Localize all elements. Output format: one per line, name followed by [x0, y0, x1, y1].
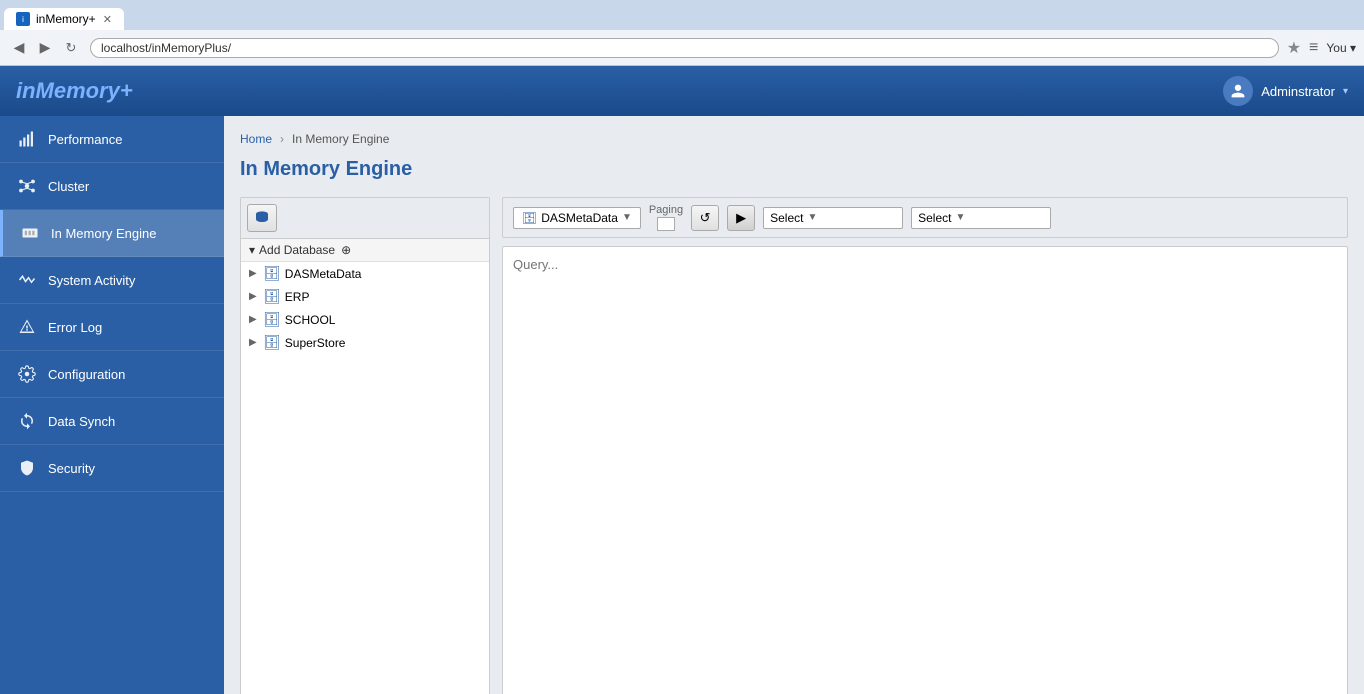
database-tree-panel: ▾ Add Database ⊕ ▶ 🗄 DASMetaData ▶ 🗄 ERP [240, 197, 490, 694]
memory-icon [19, 222, 41, 244]
db-icon-dasmetadata: 🗄 [263, 265, 281, 282]
main-content: Home › In Memory Engine In Memory Engine… [224, 116, 1364, 694]
database-selector[interactable]: 🗄 DASMetaData ▼ [513, 207, 641, 229]
add-database-label: Add Database [259, 243, 335, 257]
select2-label: Select [918, 211, 951, 225]
header-user-area[interactable]: Adminstrator ▾ [1223, 76, 1348, 106]
add-database-button[interactable] [247, 204, 277, 232]
sidebar: Performance Cluster In Memory Engine Sys… [0, 116, 224, 694]
db-label-dasmetadata: DASMetaData [285, 267, 362, 281]
sidebar-item-system-activity[interactable]: System Activity [0, 257, 224, 304]
select2-arrow: ▼ [955, 212, 965, 223]
db-icon-erp: 🗄 [263, 288, 281, 305]
forward-button[interactable]: ▶ [34, 37, 56, 59]
security-icon [16, 457, 38, 479]
activity-icon [16, 269, 38, 291]
add-database-row[interactable]: ▾ Add Database ⊕ [241, 239, 489, 262]
selected-db-label: DASMetaData [541, 211, 618, 225]
config-icon [16, 363, 38, 385]
db-label-school: SCHOOL [285, 313, 336, 327]
paging-label: Paging [649, 204, 683, 216]
paging-control: Paging [649, 204, 683, 231]
sidebar-item-cluster[interactable]: Cluster [0, 163, 224, 210]
reload-button[interactable]: ↻ [60, 37, 82, 59]
tab-label: inMemory+ [36, 12, 96, 26]
app-header: inMemory+ Adminstrator ▾ [0, 66, 1364, 116]
tree-item-superstore[interactable]: ▶ 🗄 SuperStore [241, 331, 489, 354]
sidebar-label-in-memory-engine: In Memory Engine [51, 226, 157, 241]
avatar [1223, 76, 1253, 106]
select-dropdown-1[interactable]: Select ▼ [763, 207, 903, 229]
query-toolbar: 🗄 DASMetaData ▼ Paging ↺ ▶ Select ▼ [502, 197, 1348, 238]
address-bar: ◀ ▶ ↻ localhost/inMemoryPlus/ ★ ≡ You ▾ [0, 30, 1364, 66]
cluster-icon [16, 175, 38, 197]
db-selector-icon: 🗄 [522, 211, 537, 225]
db-label-superstore: SuperStore [285, 336, 346, 350]
breadcrumb-current: In Memory Engine [292, 132, 389, 146]
add-icon: ⊕ [341, 243, 351, 257]
sidebar-item-performance[interactable]: Performance [0, 116, 224, 163]
query-panel: 🗄 DASMetaData ▼ Paging ↺ ▶ Select ▼ [502, 197, 1348, 694]
tree-item-dasmetadata[interactable]: ▶ 🗄 DASMetaData [241, 262, 489, 285]
sidebar-label-performance: Performance [48, 132, 122, 147]
page-title: In Memory Engine [240, 158, 1348, 181]
sidebar-label-error-log: Error Log [48, 320, 102, 335]
error-icon [16, 316, 38, 338]
refresh-button[interactable]: ↺ [691, 205, 719, 231]
expand-icon-erp: ▶ [249, 291, 259, 302]
sidebar-item-security[interactable]: Security [0, 445, 224, 492]
tree-item-school[interactable]: ▶ 🗄 SCHOOL [241, 308, 489, 331]
expand-icon-dasmetadata: ▶ [249, 268, 259, 279]
paging-checkbox[interactable] [657, 217, 675, 231]
select-dropdown-2[interactable]: Select ▼ [911, 207, 1051, 229]
sidebar-label-security: Security [48, 461, 95, 476]
db-icon-superstore: 🗄 [263, 334, 281, 351]
tree-toolbar [241, 198, 489, 239]
user-dropdown-arrow[interactable]: ▾ [1343, 86, 1348, 97]
bookmark-icon[interactable]: ★ [1287, 38, 1301, 58]
sync-icon [16, 410, 38, 432]
back-button[interactable]: ◀ [8, 37, 30, 59]
url-bar[interactable]: localhost/inMemoryPlus/ [90, 38, 1279, 58]
performance-icon [16, 128, 38, 150]
breadcrumb-home[interactable]: Home [240, 132, 272, 146]
sidebar-label-data-synch: Data Synch [48, 414, 115, 429]
sidebar-label-cluster: Cluster [48, 179, 89, 194]
sidebar-item-configuration[interactable]: Configuration [0, 351, 224, 398]
tree-item-erp[interactable]: ▶ 🗄 ERP [241, 285, 489, 308]
browser-tab[interactable]: i inMemory+ ✕ [4, 8, 124, 30]
main-layout: Performance Cluster In Memory Engine Sys… [0, 116, 1364, 694]
db-icon-school: 🗄 [263, 311, 281, 328]
expand-icon-school: ▶ [249, 314, 259, 325]
select1-arrow: ▼ [807, 212, 817, 223]
breadcrumb-separator: › [280, 132, 284, 146]
browser-user-area[interactable]: You ▾ [1326, 41, 1356, 55]
sidebar-label-configuration: Configuration [48, 367, 125, 382]
sidebar-item-in-memory-engine[interactable]: In Memory Engine [0, 210, 224, 257]
app-logo: inMemory+ [16, 78, 133, 104]
url-text: localhost/inMemoryPlus/ [101, 41, 231, 55]
expand-icon-superstore: ▶ [249, 337, 259, 348]
content-area: ▾ Add Database ⊕ ▶ 🗄 DASMetaData ▶ 🗄 ERP [240, 197, 1348, 694]
run-query-button[interactable]: ▶ [727, 205, 755, 231]
app: inMemory+ Adminstrator ▾ Performance C [0, 66, 1364, 694]
breadcrumb: Home › In Memory Engine [240, 132, 1348, 146]
tab-close-button[interactable]: ✕ [103, 13, 112, 26]
collapse-icon: ▾ [249, 243, 255, 257]
sidebar-item-error-log[interactable]: Error Log [0, 304, 224, 351]
sidebar-item-data-synch[interactable]: Data Synch [0, 398, 224, 445]
browser-menu-icon[interactable]: ≡ [1309, 39, 1318, 57]
sidebar-label-system-activity: System Activity [48, 273, 135, 288]
tab-bar: i inMemory+ ✕ [0, 0, 1364, 30]
db-label-erp: ERP [285, 290, 310, 304]
user-label: Adminstrator [1261, 84, 1335, 99]
db-selector-arrow: ▼ [622, 212, 632, 223]
query-textarea[interactable] [502, 246, 1348, 694]
browser-user-label: You ▾ [1326, 41, 1356, 55]
tab-favicon: i [16, 12, 30, 26]
nav-buttons: ◀ ▶ ↻ [8, 37, 82, 59]
select1-label: Select [770, 211, 803, 225]
